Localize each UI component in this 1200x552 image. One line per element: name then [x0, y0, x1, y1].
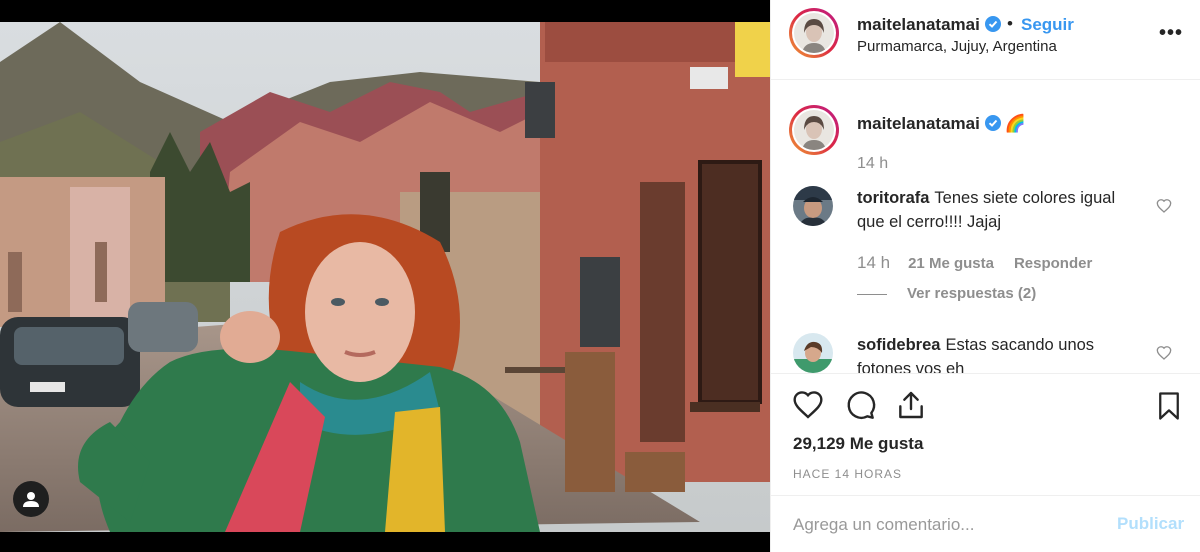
commenter-avatar[interactable] [793, 186, 833, 226]
comment-likes[interactable]: 21 Me gusta [908, 255, 994, 272]
comments-list[interactable]: maitelanatamai 🌈 14 h toritorafa Tenes sie… [771, 81, 1200, 373]
view-replies-button[interactable]: Ver respuestas (2) [857, 285, 1036, 302]
post-location[interactable]: Purmamarca, Jujuy, Argentina [857, 38, 1057, 55]
post-side-panel: maitelanatamai • Seguir Purmamarca, Juju… [770, 0, 1200, 552]
bookmark-icon[interactable] [1154, 389, 1184, 423]
post-header: maitelanatamai • Seguir Purmamarca, Juju… [771, 0, 1200, 80]
comment-body: sofidebrea Estas sacando unos fotones vos… [857, 333, 1147, 373]
verified-icon [984, 16, 1001, 32]
post-actions: 29,129 Me gusta HACE 14 HORAS [771, 373, 1200, 495]
comment-time[interactable]: 14 h [857, 253, 890, 272]
caption-line: maitelanatamai 🌈 [857, 114, 1026, 134]
add-comment-bar: Publicar [771, 495, 1200, 552]
caption-avatar[interactable] [789, 105, 839, 155]
more-options-icon[interactable]: ••• [1159, 22, 1183, 45]
post-timestamp[interactable]: HACE 14 HORAS [793, 467, 902, 481]
likes-count[interactable]: 29,129 Me gusta [793, 434, 923, 454]
comment-like-icon[interactable] [1156, 198, 1172, 214]
commenter-avatar[interactable] [793, 333, 833, 373]
photo-illustration [0, 22, 770, 532]
caption-username[interactable]: maitelanatamai [857, 114, 980, 133]
comment-meta: 14 h 21 Me gusta Responder [857, 253, 1112, 273]
post-photo[interactable] [0, 22, 770, 532]
caption-time: 14 h [857, 155, 889, 172]
comment-username[interactable]: sofidebrea [857, 336, 940, 354]
comment-icon[interactable] [843, 389, 877, 421]
post-photo-panel [0, 0, 770, 552]
follow-button[interactable]: Seguir [1021, 15, 1074, 35]
heart-icon[interactable] [791, 389, 825, 421]
user-tag-button[interactable] [13, 481, 49, 517]
comment-like-icon[interactable] [1156, 345, 1172, 361]
comment-body: toritorafa Tenes siete colores igual que … [857, 186, 1147, 234]
comment-input[interactable] [793, 512, 1093, 538]
view-replies-label: Ver respuestas (2) [907, 285, 1037, 302]
replies-divider [857, 293, 887, 295]
author-avatar[interactable] [789, 8, 839, 58]
reply-button[interactable]: Responder [1014, 255, 1092, 272]
user-tag-icon [23, 492, 39, 507]
comment-username[interactable]: toritorafa [857, 189, 929, 207]
follow-separator: • [1007, 14, 1013, 33]
publish-button[interactable]: Publicar [1117, 514, 1184, 534]
author-username-text[interactable]: maitelanatamai [857, 15, 980, 34]
verified-icon [984, 115, 1001, 131]
author-username[interactable]: maitelanatamai [857, 15, 1001, 35]
share-icon[interactable] [895, 389, 927, 421]
caption-text: 🌈 [1004, 114, 1027, 133]
